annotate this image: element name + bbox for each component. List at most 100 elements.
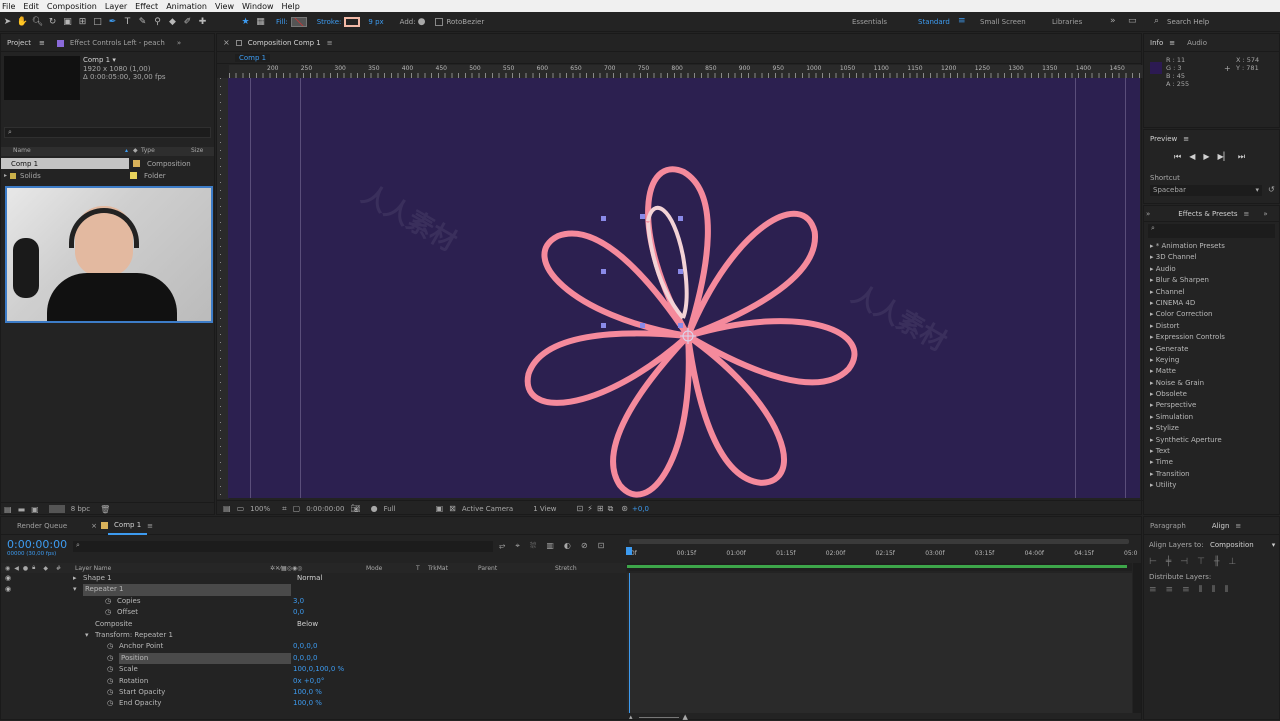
timeline-property-row[interactable]: ◷ Rotation 0x +0,0° [1, 676, 621, 687]
distribute-top-icon[interactable]: ≡ [1149, 585, 1157, 595]
rectangle-tool-icon[interactable]: □ [91, 15, 104, 28]
effects-search-input[interactable]: ⌕ [1148, 224, 1275, 238]
keyframe-area[interactable] [627, 573, 1132, 713]
playhead-line[interactable] [629, 573, 630, 713]
resolution-dropdown[interactable]: Full [384, 505, 396, 513]
frame-blending-icon[interactable]: ▥ [546, 541, 554, 551]
eye-visibility-icon[interactable]: ◉ [5, 573, 11, 584]
property-value[interactable]: 100,0,100,0 % [293, 664, 344, 675]
vertex-handle[interactable] [601, 323, 606, 328]
lock-switch-icon[interactable]: 🔒︎ [32, 564, 35, 572]
expand-arrow-icon[interactable]: ▸ [73, 573, 77, 584]
label-switch-icon[interactable]: ◆ [43, 565, 48, 572]
menu-file[interactable]: File [2, 2, 15, 11]
camera-dropdown[interactable]: Active Camera [462, 505, 513, 513]
camera-tool-icon[interactable]: ▣ [61, 15, 74, 28]
effect-category-item[interactable]: ▸ Utility [1144, 480, 1279, 491]
vertex-handle[interactable] [678, 216, 683, 221]
number-col-icon[interactable]: # [56, 565, 61, 572]
interpret-footage-icon[interactable]: ▤ [4, 505, 12, 514]
previous-frame-icon[interactable]: ◀︎ [1189, 152, 1195, 162]
hand-tool-icon[interactable]: ✋ [16, 15, 29, 28]
panel-menu-icon[interactable]: ≡ [147, 522, 153, 530]
selection-tool-icon[interactable]: ➤ [1, 15, 14, 28]
search-help-input[interactable]: Search Help [1167, 18, 1209, 26]
shortcut-dropdown[interactable]: Spacebar ▾ [1150, 185, 1262, 196]
panel-menu-icon[interactable]: ≡ [1243, 210, 1249, 218]
fill-label[interactable]: Fill: [276, 18, 288, 26]
timeline-property-row[interactable]: ◷ Copies 3,0 [1, 596, 621, 607]
timeline-property-row[interactable]: ◷ Position 0,0,0,0 [1, 652, 621, 665]
safe-zones-icon[interactable]: ⌗ [282, 504, 287, 514]
first-frame-icon[interactable]: ⏮ [1174, 152, 1181, 162]
add-button-icon[interactable]: ● [418, 17, 426, 27]
video-switch-icon[interactable]: ◉ [5, 565, 10, 572]
rotate-tool-icon[interactable]: ↻ [46, 15, 59, 28]
distribute-right-icon[interactable]: ⦀ [1225, 585, 1229, 595]
distribute-horizontal-center-icon[interactable]: ⦀ [1212, 585, 1216, 595]
star-icon[interactable]: ★ [239, 15, 252, 28]
menu-edit[interactable]: Edit [23, 2, 39, 11]
tab-align[interactable]: Align [1206, 517, 1236, 535]
effect-category-item[interactable]: ▸ CINEMA 4D [1144, 298, 1279, 309]
stroke-label[interactable]: Stroke: [317, 18, 342, 26]
stopwatch-icon[interactable]: ◷ [107, 653, 113, 664]
effects-tab[interactable]: Effects & Presets [1178, 210, 1237, 218]
stopwatch-icon[interactable]: ◷ [107, 641, 113, 652]
effect-category-item[interactable]: ▸ Time [1144, 457, 1279, 468]
vertex-handle[interactable] [601, 216, 606, 221]
property-value[interactable]: 0,0,0,0 [293, 641, 318, 652]
effect-category-item[interactable]: ▸ Simulation [1144, 412, 1279, 423]
timeline-search-input[interactable]: ⌕ [73, 541, 493, 552]
timeline-scrollbar[interactable] [1133, 563, 1141, 713]
draft-3d-icon[interactable]: ⌖ [515, 541, 520, 551]
align-vertical-center-icon[interactable]: ╫ [1214, 557, 1219, 567]
property-value[interactable]: 0,0 [293, 607, 304, 618]
new-comp-icon[interactable]: ▣ [31, 505, 39, 514]
col-layer-name[interactable]: Layer Name [75, 565, 270, 572]
bpc-label[interactable]: 8 bpc [71, 505, 90, 513]
effect-category-item[interactable]: ▸ Expression Controls [1144, 332, 1279, 343]
menu-help[interactable]: Help [282, 2, 300, 11]
grid-icon[interactable]: ▦ [254, 15, 267, 28]
zoom-tool-icon[interactable]: 🔍︎ [31, 15, 44, 28]
exposure-value[interactable]: +0,0 [632, 505, 649, 513]
mode-dropdown[interactable]: Below [297, 619, 318, 630]
stopwatch-icon[interactable]: ◷ [107, 687, 113, 698]
stopwatch-icon[interactable]: ◷ [107, 676, 113, 687]
effect-category-item[interactable]: ▸ 3D Channel [1144, 252, 1279, 263]
monitor-icon[interactable]: ▭ [237, 504, 245, 513]
timeline-property-row[interactable]: ▾ Transform: Repeater 1 [1, 630, 621, 641]
menu-layer[interactable]: Layer [105, 2, 127, 11]
playhead-handle[interactable] [626, 547, 632, 555]
comp-name[interactable]: Comp 1 ▾ [83, 56, 116, 64]
tab-project[interactable]: Project ≡ [1, 34, 51, 52]
property-value[interactable]: 3,0 [293, 596, 304, 607]
stroke-width-value[interactable]: 9 px [368, 18, 383, 26]
stopwatch-icon[interactable]: ◷ [105, 596, 111, 607]
property-value[interactable]: 0x +0,0° [293, 676, 324, 687]
play-icon[interactable]: ▶︎ [1203, 152, 1209, 162]
flower-shape[interactable] [228, 78, 1140, 498]
puppet-pin-tool-icon[interactable]: ✚ [196, 15, 209, 28]
stopwatch-icon[interactable]: ◷ [107, 664, 113, 675]
project-item-solids[interactable]: ▸ Solids Folder [1, 170, 214, 181]
effect-category-item[interactable]: ▸ Transition [1144, 469, 1279, 480]
workspace-essentials[interactable]: Essentials [852, 18, 887, 26]
expand-arrow-icon[interactable]: ▾ [73, 584, 77, 595]
timeline-property-row[interactable]: ◷ Scale 100,0,100,0 % [1, 664, 621, 675]
tab-effect-controls[interactable]: Effect Controls Left - peach [51, 34, 171, 52]
menu-effect[interactable]: Effect [135, 2, 158, 11]
audio-switch-icon[interactable]: ◀ [14, 565, 19, 572]
sort-icon[interactable]: ▴ [125, 147, 133, 156]
distribute-bottom-icon[interactable]: ≡ [1182, 585, 1190, 595]
eraser-tool-icon[interactable]: ◆ [166, 15, 179, 28]
pen-tool-icon[interactable]: ✒ [106, 15, 119, 28]
tab-composition[interactable]: Composition Comp 1 [242, 34, 327, 52]
tab-info[interactable]: Info ≡ [1144, 34, 1181, 52]
effect-category-item[interactable]: ▸ Channel [1144, 287, 1279, 298]
effect-category-item[interactable]: ▸ Perspective [1144, 400, 1279, 411]
col-parent[interactable]: Parent [478, 565, 555, 572]
effect-category-item[interactable]: ▸ Stylize [1144, 423, 1279, 434]
effect-category-item[interactable]: ▸ Synthetic Aperture [1144, 435, 1279, 446]
